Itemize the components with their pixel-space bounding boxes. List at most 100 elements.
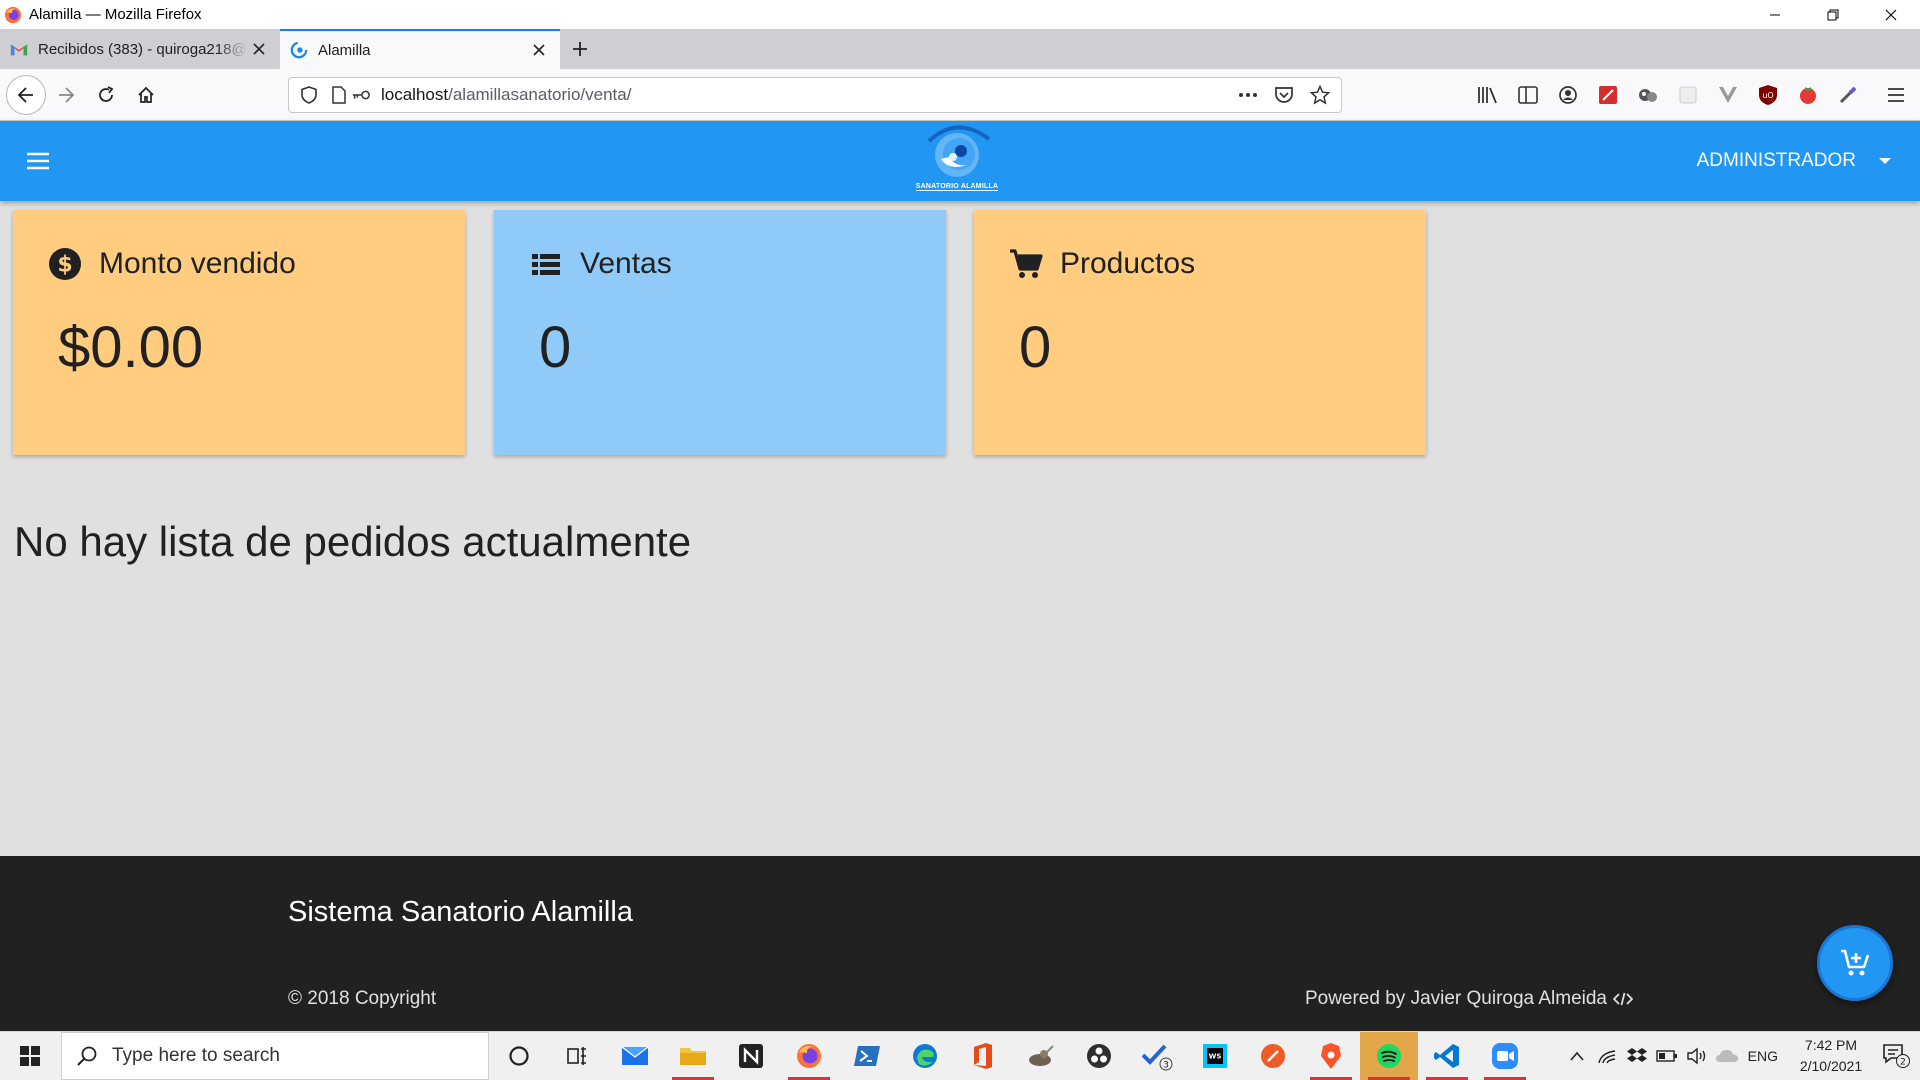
search-placeholder: Type here to search	[112, 1045, 280, 1066]
onedrive-icon[interactable]	[1712, 1032, 1742, 1080]
navigation-toolbar: localhost/alamillasanatorio/venta/ uO	[0, 69, 1920, 121]
svg-text:WS: WS	[1209, 1053, 1222, 1061]
hamburger-menu-icon[interactable]	[1876, 81, 1916, 109]
start-button[interactable]	[0, 1032, 60, 1080]
battery-icon[interactable]	[1652, 1032, 1682, 1080]
show-hidden-icons[interactable]	[1562, 1032, 1592, 1080]
restore-button[interactable]	[1804, 0, 1862, 29]
eyedropper-icon[interactable]	[1828, 81, 1868, 109]
svg-text:$: $	[57, 253, 72, 278]
key-icon[interactable]	[351, 85, 371, 105]
dropbox-icon[interactable]	[1622, 1032, 1652, 1080]
tab-label: Alamilla	[318, 41, 371, 59]
window-title: Alamilla — Mozilla Firefox	[29, 6, 202, 23]
clock[interactable]: 7:42 PM 2/10/2021	[1788, 1035, 1874, 1077]
notion-icon	[739, 1044, 763, 1068]
svg-text:uO: uO	[1762, 91, 1773, 100]
taskbar-vscode[interactable]	[1418, 1032, 1476, 1080]
empty-orders-message: No hay lista de pedidos actualmente	[14, 518, 692, 565]
clock-date: 2/10/2021	[1799, 1058, 1863, 1074]
address-bar[interactable]: localhost/alamillasanatorio/venta/	[288, 77, 1342, 113]
cortana-button[interactable]	[490, 1032, 548, 1080]
taskbar-spotify[interactable]	[1360, 1032, 1418, 1080]
card-value: $0.00	[58, 315, 204, 380]
new-tab-button[interactable]	[560, 29, 600, 69]
home-button[interactable]	[128, 77, 164, 113]
taskbar-obs[interactable]	[1070, 1032, 1128, 1080]
account-icon[interactable]	[1548, 81, 1588, 109]
taskbar-zoom[interactable]	[1476, 1032, 1534, 1080]
url-path: /alamillasanatorio/venta/	[448, 85, 632, 104]
taskbar-firefox[interactable]	[780, 1032, 838, 1080]
ghost-extension-icon[interactable]	[1628, 81, 1668, 109]
app-header: SANATORIO ALAMILLA ADMINISTRADOR	[0, 121, 1920, 201]
folder-icon	[680, 1048, 706, 1065]
dollar-icon: $	[45, 244, 85, 284]
pocket-icon[interactable]	[1269, 86, 1299, 104]
taskbar-office[interactable]	[954, 1032, 1012, 1080]
pdf-extension-icon[interactable]	[1588, 81, 1628, 109]
tab-strip: Recibidos (383) - quiroga218@ Alamilla	[0, 29, 1920, 69]
blank-extension-icon[interactable]	[1668, 81, 1708, 109]
bookmark-star-icon[interactable]	[1305, 85, 1335, 105]
vue-devtools-icon[interactable]	[1708, 81, 1748, 109]
taskbar-notion[interactable]	[722, 1032, 780, 1080]
cart-icon	[1006, 244, 1046, 284]
user-menu[interactable]: ADMINISTRADOR	[1697, 121, 1892, 201]
notification-icon: 2	[1883, 1044, 1910, 1068]
minimize-button[interactable]	[1746, 0, 1804, 29]
shield-icon[interactable]	[299, 85, 319, 105]
taskbar-todo[interactable]: 3	[1128, 1032, 1186, 1080]
back-button[interactable]	[6, 75, 46, 115]
brand-logo[interactable]: SANATORIO ALAMILLA	[912, 121, 1002, 201]
close-tab-icon[interactable]	[248, 38, 270, 60]
volume-icon[interactable]	[1682, 1032, 1712, 1080]
taskbar-brave[interactable]	[1302, 1032, 1360, 1080]
url-text[interactable]: localhost/alamillasanatorio/venta/	[381, 85, 631, 105]
taskbar-mail[interactable]	[606, 1032, 664, 1080]
postman-icon	[1261, 1044, 1285, 1068]
powered-by-text: Powered by Javier Quiroga Almeida	[1304, 988, 1607, 1009]
reload-button[interactable]	[88, 77, 124, 113]
todo-icon: 3	[1141, 1044, 1173, 1071]
office-icon	[974, 1043, 992, 1069]
taskbar-search-input[interactable]: Type here to search	[61, 1032, 489, 1080]
gmail-icon	[10, 44, 28, 56]
cart-fab-button[interactable]	[1817, 925, 1893, 1001]
tab-gmail[interactable]: Recibidos (383) - quiroga218@	[0, 29, 280, 69]
action-center-button[interactable]: 2	[1874, 1032, 1920, 1080]
menu-button[interactable]	[22, 145, 54, 177]
taskbar-webstorm[interactable]: WS	[1186, 1032, 1244, 1080]
taskbar-postman[interactable]	[1244, 1032, 1302, 1080]
task-view-button[interactable]	[548, 1032, 606, 1080]
task-view-icon	[567, 1047, 586, 1065]
taskbar-file-explorer[interactable]	[664, 1032, 722, 1080]
card-ventas: Ventas 0	[494, 210, 946, 455]
close-window-button[interactable]	[1862, 0, 1920, 29]
card-title: Ventas	[580, 247, 672, 280]
taskbar-edge[interactable]	[896, 1032, 954, 1080]
firefox-icon	[4, 6, 22, 23]
menu-icon	[27, 152, 49, 170]
tomato-extension-icon[interactable]	[1788, 81, 1828, 109]
taskbar-powershell[interactable]	[838, 1032, 896, 1080]
taskbar-gimp[interactable]	[1012, 1032, 1070, 1080]
page-icon[interactable]	[329, 85, 349, 105]
language-indicator[interactable]: ENG	[1748, 1048, 1778, 1064]
list-icon	[526, 244, 566, 284]
network-icon[interactable]	[1592, 1032, 1622, 1080]
sidebar-icon[interactable]	[1508, 81, 1548, 109]
card-productos: Productos 0	[974, 210, 1426, 455]
card-title: Productos	[1060, 247, 1196, 280]
forward-button[interactable]	[48, 77, 84, 113]
close-tab-icon[interactable]	[528, 39, 550, 61]
powershell-icon	[854, 1046, 880, 1066]
page-actions-icon[interactable]	[1233, 92, 1263, 98]
add-to-cart-icon	[1841, 949, 1870, 976]
brand-name: SANATORIO ALAMILLA	[915, 183, 999, 191]
search-icon	[77, 1046, 97, 1066]
library-icon[interactable]	[1468, 81, 1508, 109]
ublock-icon[interactable]: uO	[1748, 81, 1788, 109]
sanatorio-logo-icon	[927, 125, 991, 177]
tab-alamilla[interactable]: Alamilla	[280, 29, 560, 69]
